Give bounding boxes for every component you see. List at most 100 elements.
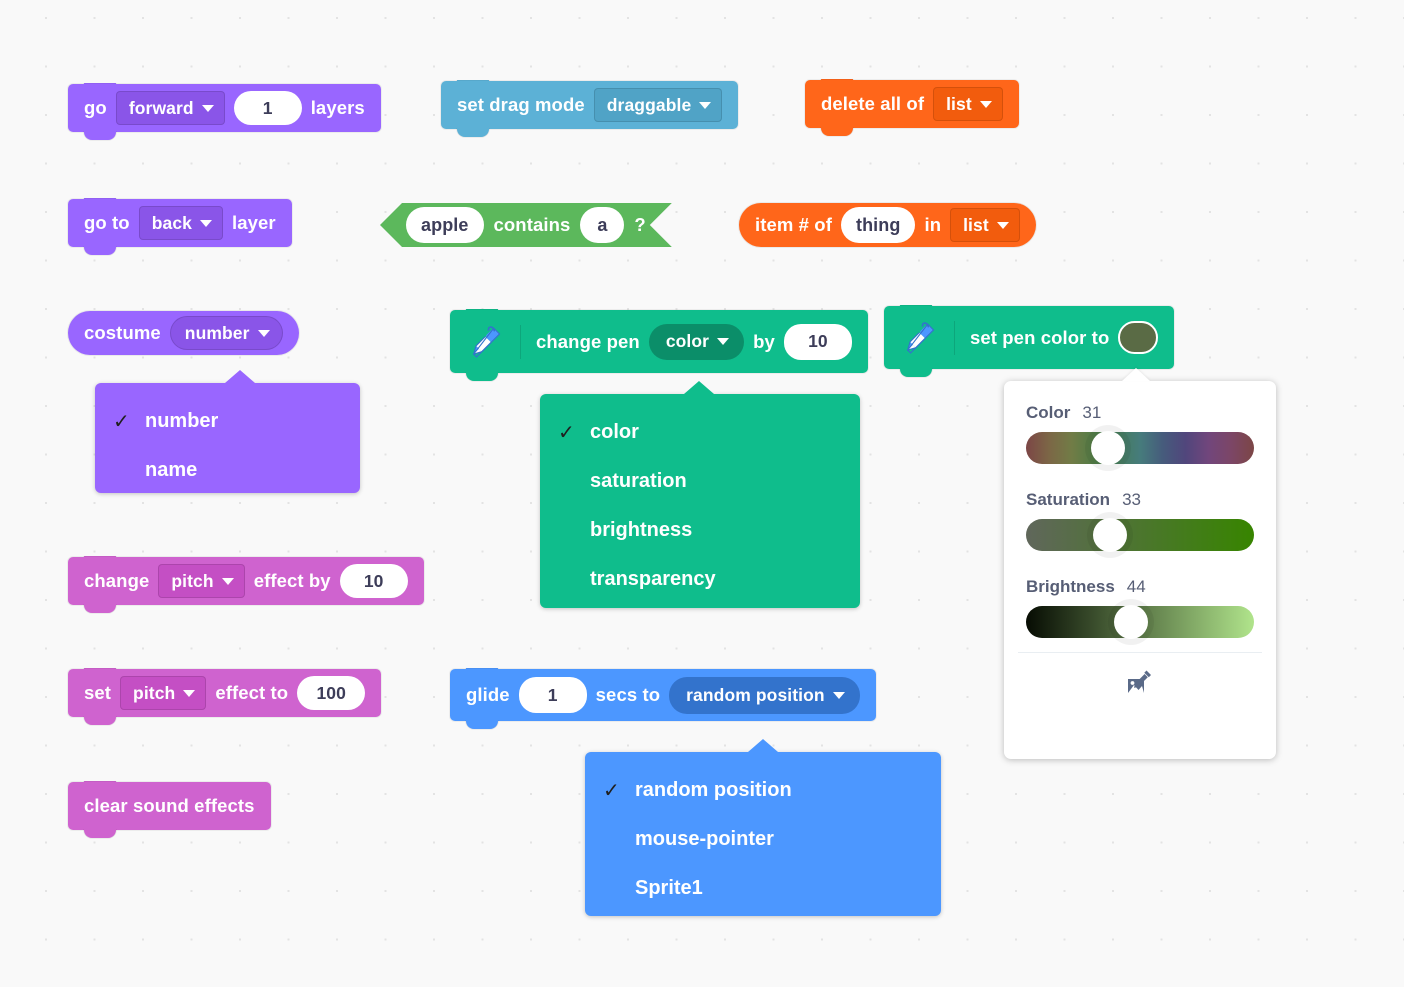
dropdown-costume-property[interactable]: number <box>169 316 283 350</box>
block-label-middle: contains <box>493 214 571 235</box>
color-picker-panel[interactable]: Color 31 Saturation 33 Brightness 44 <box>1004 368 1276 759</box>
input-contains-haystack[interactable]: apple <box>406 207 484 243</box>
chevron-down-icon <box>979 100 992 108</box>
menu-item-name[interactable]: name <box>95 446 360 495</box>
block-go-to-layer[interactable]: go to back layer <box>68 199 292 255</box>
block-label-prefix: set drag mode <box>457 94 585 115</box>
dropdown-direction[interactable]: forward <box>115 91 225 125</box>
slider-name: Brightness <box>1026 577 1115 596</box>
slider-value: 31 <box>1082 403 1102 422</box>
menu-item-label: random position <box>635 779 792 801</box>
slider-track-color[interactable] <box>1026 431 1254 465</box>
block-label-prefix: glide <box>466 684 510 705</box>
eyedropper-icon[interactable] <box>1122 666 1158 703</box>
menu-item-brightness[interactable]: brightness <box>540 506 860 555</box>
chevron-down-icon <box>200 219 212 227</box>
check-icon: ✓ <box>603 780 620 802</box>
menu-item-label: brightness <box>590 519 693 541</box>
chevron-down-icon <box>717 338 730 345</box>
block-change-pen-param[interactable]: change pen color by 10 <box>450 310 868 381</box>
dropdown-sound-effect[interactable]: pitch <box>158 564 245 598</box>
blocks-canvas: go forward 1 layers set drag mode dragga… <box>0 0 1404 987</box>
dropdown-sound-effect[interactable]: pitch <box>120 676 207 710</box>
block-set-pen-color[interactable]: set pen color to <box>884 306 1175 377</box>
menu-item-label: name <box>145 459 198 481</box>
menu-item-saturation[interactable]: saturation <box>540 457 860 506</box>
slider-label-color: Color 31 <box>1026 403 1254 423</box>
menu-item-label: Sprite1 <box>635 877 703 899</box>
input-contains-needle[interactable]: a <box>580 207 624 243</box>
block-label-prefix: go <box>84 97 107 118</box>
dropdown-costume-property-label: number <box>184 322 250 343</box>
input-glide-seconds[interactable]: 1 <box>518 677 587 713</box>
menu-item-mouse-pointer[interactable]: mouse-pointer <box>585 815 941 864</box>
block-go-forward-layers[interactable]: go forward 1 layers <box>68 84 381 140</box>
pen-icon <box>464 324 521 359</box>
block-item-number-of[interactable]: item # of thing in list <box>739 203 1036 247</box>
dropdown-drag-mode[interactable]: draggable <box>593 88 723 122</box>
pen-icon <box>898 320 955 355</box>
block-label-suffix: ? <box>634 214 646 235</box>
menu-item-label: saturation <box>590 470 687 492</box>
block-change-sound-effect[interactable]: change pitch effect by 10 <box>68 557 424 613</box>
input-item-value[interactable]: thing <box>840 207 916 243</box>
block-set-sound-effect[interactable]: set pitch effect to 100 <box>68 669 382 725</box>
menu-arrow <box>225 370 255 383</box>
input-effect-change-amount[interactable]: 10 <box>339 564 408 598</box>
dropdown-list-label: list <box>946 93 972 114</box>
slider-value: 33 <box>1122 490 1141 509</box>
slider-thumb-brightness[interactable] <box>1113 605 1148 639</box>
block-label-middle: effect to <box>215 682 289 703</box>
menu-glide-target[interactable]: ✓ random position mouse-pointer Sprite1 <box>585 739 941 916</box>
menu-pen-param[interactable]: ✓ color saturation brightness transparen… <box>540 381 860 608</box>
picker-footer <box>1004 653 1276 715</box>
block-label-prefix: item # of <box>755 214 832 235</box>
slider-group-saturation: Saturation 33 <box>1026 490 1254 552</box>
slider-track-brightness[interactable] <box>1026 605 1254 639</box>
slider-thumb-color[interactable] <box>1091 431 1126 465</box>
dropdown-drag-mode-label: draggable <box>606 94 692 115</box>
dropdown-list[interactable]: list <box>933 87 1003 121</box>
menu-item-sprite1[interactable]: Sprite1 <box>585 864 941 913</box>
menu-item-label: mouse-pointer <box>635 828 774 850</box>
dropdown-list[interactable]: list <box>950 208 1020 242</box>
block-delete-all-of[interactable]: delete all of list <box>805 80 1019 136</box>
block-clear-sound-effects[interactable]: clear sound effects <box>68 782 271 838</box>
dropdown-list-label: list <box>963 214 989 235</box>
chevron-down-icon <box>221 577 234 585</box>
slider-name: Saturation <box>1026 490 1111 509</box>
dropdown-layer-position[interactable]: back <box>138 206 223 240</box>
dropdown-pen-param[interactable]: color <box>648 323 745 360</box>
input-layers-count[interactable]: 1 <box>233 91 302 125</box>
check-icon: ✓ <box>113 411 130 433</box>
block-label-prefix: delete all of <box>821 93 925 114</box>
menu-item-transparency[interactable]: transparency <box>540 555 860 604</box>
dropdown-sound-effect-label: pitch <box>171 570 214 591</box>
menu-item-label: number <box>145 410 219 432</box>
menu-item-random-position[interactable]: ✓ random position <box>585 766 941 815</box>
slider-track-saturation[interactable] <box>1026 518 1254 552</box>
menu-item-number[interactable]: ✓ number <box>95 397 360 446</box>
chevron-down-icon <box>699 101 712 109</box>
menu-item-color[interactable]: ✓ color <box>540 408 860 457</box>
block-label-suffix: layer <box>232 212 276 233</box>
input-effect-value[interactable]: 100 <box>297 676 366 710</box>
block-contains[interactable]: apple contains a ? <box>380 203 672 247</box>
menu-costume-property[interactable]: ✓ number name <box>95 370 360 495</box>
slider-value: 44 <box>1126 577 1146 596</box>
color-swatch[interactable] <box>1118 321 1159 354</box>
slider-thumb-saturation[interactable] <box>1093 518 1128 552</box>
chevron-down-icon <box>996 221 1009 229</box>
block-label-prefix: change <box>84 570 150 591</box>
block-label-prefix: change pen <box>536 330 640 352</box>
chevron-down-icon <box>201 104 214 112</box>
check-icon: ✓ <box>558 422 575 444</box>
block-set-drag-mode[interactable]: set drag mode draggable <box>441 81 739 137</box>
menu-arrow <box>684 381 714 394</box>
dropdown-glide-target[interactable]: random position <box>669 676 860 714</box>
block-costume-number[interactable]: costume number <box>68 311 299 355</box>
dropdown-pen-param-label: color <box>665 331 710 351</box>
chevron-down-icon <box>832 691 845 699</box>
block-glide-secs-to[interactable]: glide 1 secs to random position <box>450 669 876 729</box>
input-pen-change-amount[interactable]: 10 <box>783 323 852 360</box>
